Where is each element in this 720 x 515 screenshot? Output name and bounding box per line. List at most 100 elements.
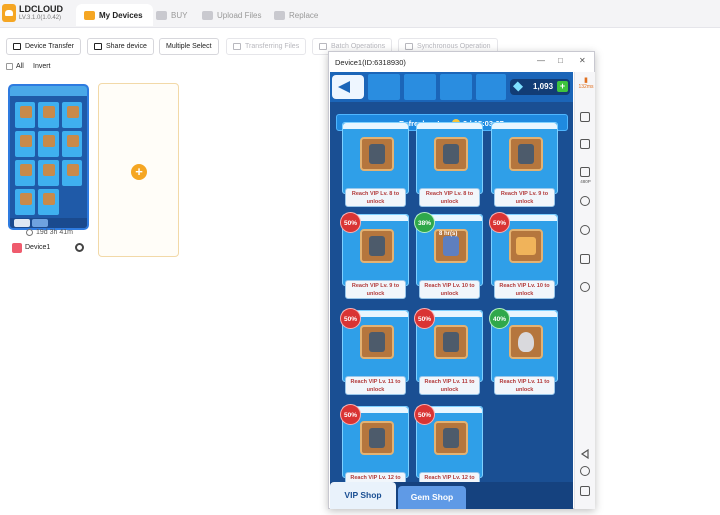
keyboard-icon[interactable] bbox=[580, 139, 590, 149]
add-gems-button[interactable]: + bbox=[557, 81, 568, 92]
discount-badge: 38% bbox=[414, 212, 435, 233]
invert-selection[interactable]: Invert bbox=[33, 63, 51, 70]
transferring-files-button[interactable]: Transferring Files bbox=[226, 38, 307, 55]
ldcloud-logo-icon bbox=[2, 4, 16, 22]
tab-buy[interactable]: BUY bbox=[156, 4, 187, 26]
top-bar-slot bbox=[440, 74, 472, 100]
checkbox-label: All bbox=[16, 63, 24, 70]
upload-icon bbox=[202, 10, 213, 20]
discount-badge: 50% bbox=[489, 212, 510, 233]
back-nav-icon[interactable] bbox=[580, 446, 590, 460]
app-title: LDCLOUD bbox=[19, 4, 63, 14]
top-bar-slot bbox=[404, 74, 436, 100]
replace-icon bbox=[274, 10, 285, 20]
shop-item[interactable]: 50% Reach VIP Lv. 10 to unlock bbox=[489, 212, 558, 299]
back-arrow-icon[interactable] bbox=[332, 75, 364, 99]
discount-badge: 50% bbox=[340, 404, 361, 425]
shop-item[interactable]: 40% Reach VIP Lv. 11 to unlock bbox=[489, 308, 558, 395]
shop-item[interactable]: 8 hr(s) 38% Reach VIP Lv. 10 to unlock bbox=[414, 212, 483, 299]
device-timer: 19d 3h 41m bbox=[26, 229, 73, 236]
item-thumbnail bbox=[434, 421, 468, 455]
button-label: Synchronous Operation bbox=[417, 43, 491, 50]
thumbnail-cell bbox=[38, 102, 59, 128]
shop-item[interactable]: Reach VIP Lv. 8 to unlock bbox=[342, 122, 409, 207]
thumbnail-cell bbox=[38, 131, 59, 157]
thumbnail-header bbox=[10, 86, 87, 96]
gear-icon[interactable] bbox=[75, 243, 84, 252]
device-transfer-button[interactable]: Device Transfer bbox=[6, 38, 82, 55]
close-icon[interactable]: ✕ bbox=[579, 56, 586, 65]
thumbnail-cell bbox=[61, 160, 82, 186]
minimize-icon[interactable]: — bbox=[537, 56, 545, 65]
share-device-button[interactable]: Share device bbox=[87, 38, 154, 55]
select-all-checkbox[interactable]: All bbox=[6, 63, 24, 70]
gem-count: 1,093 bbox=[533, 82, 554, 91]
item-thumbnail bbox=[360, 421, 394, 455]
item-thumbnail bbox=[509, 325, 543, 359]
tab-label: BUY bbox=[171, 10, 188, 20]
unlock-requirement: Reach VIP Lv. 9 to unlock bbox=[494, 188, 555, 207]
unlock-requirement: Reach VIP Lv. 11 to unlock bbox=[494, 376, 555, 395]
tab-vip-shop[interactable]: VIP Shop bbox=[330, 482, 396, 509]
button-label: Multiple Select bbox=[166, 43, 212, 50]
item-thumbnail bbox=[509, 137, 543, 171]
thumbnail-cell bbox=[15, 160, 36, 186]
thumbnail-cell bbox=[15, 131, 36, 157]
home-nav-icon[interactable] bbox=[580, 466, 590, 476]
share-icon bbox=[94, 43, 102, 50]
shop-item[interactable]: Reach VIP Lv. 8 to unlock bbox=[416, 122, 483, 207]
volume-up-icon[interactable] bbox=[580, 196, 590, 206]
pin-icon[interactable] bbox=[580, 112, 590, 122]
tab-replace[interactable]: Replace bbox=[274, 4, 318, 26]
screenshot-icon[interactable] bbox=[580, 254, 590, 264]
thumbnail-cell bbox=[15, 189, 36, 215]
vip-icon[interactable] bbox=[580, 282, 590, 292]
button-label: Device Transfer bbox=[25, 43, 75, 50]
item-panel bbox=[491, 122, 558, 194]
thumbnail-cell bbox=[15, 102, 36, 128]
shop-item[interactable]: 50%Reach VIP Lv. 12 to unlock bbox=[414, 404, 483, 491]
gem-icon bbox=[512, 81, 524, 92]
tab-label: Replace bbox=[289, 10, 319, 20]
tab-label: My Devices bbox=[99, 10, 143, 20]
tab-gem-shop[interactable]: Gem Shop bbox=[398, 486, 466, 509]
clock-icon bbox=[26, 229, 33, 236]
emulator-sidebar: ▮ 132ms 480P bbox=[574, 72, 595, 509]
item-timer: 8 hr(s) bbox=[439, 231, 458, 237]
game-screen: 1,093 + Refreshes In: 3d 15:03:27 Reach … bbox=[330, 72, 573, 509]
thumbnail-cell bbox=[61, 102, 82, 128]
shop-item[interactable]: 50% Reach VIP Lv. 11 to unlock bbox=[414, 308, 483, 395]
shop-item[interactable]: 50%Reach VIP Lv. 12 to unlock bbox=[340, 404, 409, 491]
sync-icon bbox=[405, 43, 413, 50]
batch-icon bbox=[319, 43, 327, 50]
multiple-select-button[interactable]: Multiple Select bbox=[159, 38, 219, 55]
shop-item[interactable]: 50% Reach VIP Lv. 9 to unlock bbox=[340, 212, 409, 299]
resolution-icon[interactable] bbox=[580, 167, 590, 177]
item-thumbnail bbox=[434, 137, 468, 171]
button-label: Batch Operations bbox=[331, 43, 386, 50]
resolution-label: 480P bbox=[580, 179, 591, 184]
discount-badge: 50% bbox=[414, 308, 435, 329]
shop-item[interactable]: 50% Reach VIP Lv. 11 to unlock bbox=[340, 308, 409, 395]
add-device-card[interactable]: + bbox=[98, 83, 179, 257]
tab-my-devices[interactable]: My Devices bbox=[76, 4, 153, 26]
unlock-requirement: Reach VIP Lv. 8 to unlock bbox=[419, 188, 480, 207]
item-thumbnail bbox=[434, 325, 468, 359]
latency-text: 132ms bbox=[578, 84, 594, 90]
item-thumbnail bbox=[509, 229, 543, 263]
discount-badge: 50% bbox=[414, 404, 435, 425]
button-label: Transferring Files bbox=[245, 43, 300, 50]
thumbnail-cell bbox=[61, 131, 82, 157]
maximize-icon[interactable]: □ bbox=[558, 56, 563, 65]
discount-badge: 40% bbox=[489, 308, 510, 329]
volume-down-icon[interactable] bbox=[580, 225, 590, 235]
unlock-requirement: Reach VIP Lv. 10 to unlock bbox=[419, 280, 480, 299]
unlock-requirement: Reach VIP Lv. 9 to unlock bbox=[345, 280, 406, 299]
unlock-requirement: Reach VIP Lv. 8 to unlock bbox=[345, 188, 406, 207]
thumbnail-tabs bbox=[10, 218, 87, 228]
ldcloud-app: LDCLOUD LV.3.1.0(1.0.42) My Devices BUY … bbox=[0, 0, 720, 515]
recents-nav-icon[interactable] bbox=[580, 486, 590, 496]
tab-upload-files[interactable]: Upload Files bbox=[202, 4, 261, 26]
shop-item[interactable]: Reach VIP Lv. 9 to unlock bbox=[491, 122, 558, 207]
device-card-thumbnail[interactable] bbox=[8, 84, 89, 230]
